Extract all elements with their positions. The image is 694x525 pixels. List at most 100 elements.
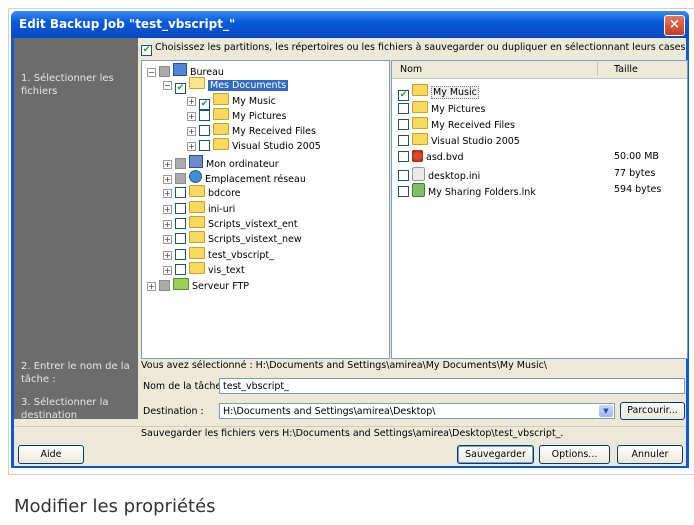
shortcut-icon [412,183,425,197]
title-bar[interactable]: Edit Backup Job "test_vbscript_" × [11,11,689,38]
save-note: Sauvegarder les fichiers vers H:\Documen… [141,428,564,439]
tree-label: ini-uri [208,204,236,215]
tree-node-bureau[interactable]: − Bureau [147,63,224,78]
tree-node-serveur-ftp[interactable]: + Serveur FTP [147,278,249,292]
expand-icon[interactable]: + [163,175,172,184]
expand-icon[interactable]: + [187,142,196,151]
expand-icon[interactable]: + [163,251,172,260]
list-item-checkbox[interactable] [398,135,409,146]
expand-icon[interactable]: + [163,220,172,229]
browse-button[interactable]: Parcourir... [620,402,685,420]
list-item[interactable]: My Received Files [398,117,515,131]
task-name-input[interactable]: test_vbscript_ [219,378,685,394]
list-item-checkbox[interactable] [398,119,409,130]
list-item-checkbox[interactable] [398,103,409,114]
edit-backup-dialog: Edit Backup Job "test_vbscript_" × 1. Sé… [11,11,689,468]
list-item-checkbox[interactable] [398,151,409,162]
tree-label: My Music [232,96,276,107]
tree-node-bdcore[interactable]: + bdcore [163,185,241,199]
step-task-name: 2. Entrer le nom de la tâche : [21,361,130,385]
tree-node-my-music[interactable]: + ✔ My Music [187,93,276,110]
close-button[interactable]: × [664,15,685,36]
destination-label: Destination : [143,406,204,417]
expand-icon[interactable]: + [187,127,196,136]
tree-checkbox[interactable] [175,249,186,260]
network-icon [189,170,202,183]
list-item-checkbox[interactable] [398,186,409,197]
tree-node-test-vbscript[interactable]: + test_vbscript_ [163,247,274,261]
folder-icon [213,108,229,120]
instruction-text: Choisissez les partitions, les répertoir… [155,42,686,53]
tree-checkbox[interactable] [175,264,186,275]
tree-node-ini-uri[interactable]: + ini-uri [163,201,235,215]
folder-icon [412,101,428,113]
list-item-size: 77 bytes [614,168,656,179]
folder-icon [189,262,205,274]
list-item-checkbox[interactable]: ✔ [398,90,409,101]
expand-icon[interactable]: + [163,235,172,244]
options-button[interactable]: Options... [539,445,610,464]
tree-node-visual-studio[interactable]: + Visual Studio 2005 [187,138,321,152]
expand-icon[interactable]: + [187,97,196,106]
file-list[interactable]: Nom Taille ✔ My Music My Pictures My Rece… [391,60,688,359]
tree-checkbox[interactable] [159,66,170,77]
column-header-name[interactable]: Nom [400,64,422,75]
tree-checkbox[interactable] [199,140,210,151]
expand-icon[interactable]: + [163,189,172,198]
save-button[interactable]: Sauvegarder [457,445,534,464]
folder-tree[interactable]: − Bureau − ✔ Mes Documents + ✔ My Music + My P… [141,60,390,359]
tree-node-my-received-files[interactable]: + My Received Files [187,123,316,137]
list-item-name: My Pictures [431,104,486,115]
step-select-files: 1. Sélectionner les fichiers [21,73,114,97]
select-all-checkbox[interactable]: ✔ [141,45,152,56]
cancel-button[interactable]: Annuler [617,445,683,464]
tree-node-my-pictures[interactable]: + My Pictures [187,108,286,122]
expand-icon[interactable]: + [163,205,172,214]
tree-checkbox[interactable] [199,110,210,121]
tree-checkbox[interactable] [159,280,170,291]
tree-checkbox[interactable] [175,158,186,169]
tree-checkbox[interactable] [199,125,210,136]
column-header-size[interactable]: Taille [614,64,638,75]
list-item[interactable]: Visual Studio 2005 [398,133,520,147]
tree-label: Mes Documents [208,80,289,91]
list-item[interactable]: asd.bvd [398,150,464,164]
tree-node-scripts-ent[interactable]: + Scripts_vistext_ent [163,216,298,230]
tree-label: Scripts_vistext_new [208,234,302,245]
tree-label: Scripts_vistext_ent [208,219,298,230]
tree-label: test_vbscript_ [208,250,274,261]
list-item[interactable]: ✔ My Music [398,84,479,101]
list-item-size: 594 bytes [614,184,662,195]
list-item-checkbox[interactable] [398,170,409,181]
list-item-name: Visual Studio 2005 [431,136,520,147]
tree-checkbox[interactable] [175,187,186,198]
column-separator[interactable] [597,62,598,76]
tree-node-vis-text[interactable]: + vis_text [163,262,245,276]
list-item[interactable]: My Sharing Folders.lnk [398,183,536,198]
list-item[interactable]: My Pictures [398,101,485,115]
tree-checkbox[interactable] [175,203,186,214]
tree-node-scripts-new[interactable]: + Scripts_vistext_new [163,231,302,245]
tree-checkbox[interactable] [175,173,186,184]
collapse-icon[interactable]: − [163,81,172,90]
folder-icon [189,216,205,228]
list-item-name: My Music [431,86,479,99]
list-item[interactable]: desktop.ini [398,167,480,182]
tree-checkbox[interactable]: ✔ [175,83,186,94]
expand-icon[interactable]: + [163,160,172,169]
tree-node-mes-documents[interactable]: − ✔ Mes Documents [163,77,289,94]
tree-node-mon-ordinateur[interactable]: + Mon ordinateur [163,155,279,170]
tree-checkbox[interactable] [175,218,186,229]
expand-icon[interactable]: + [163,266,172,275]
help-button[interactable]: Aide [18,445,84,464]
task-name-label: Nom de la tâche [143,381,222,392]
expand-icon[interactable]: + [147,282,156,291]
tree-node-emplacement-reseau[interactable]: + Emplacement réseau [163,170,306,185]
destination-select[interactable]: H:\Documents and Settings\amirea\Desktop… [219,403,615,419]
tree-label: Mon ordinateur [206,159,279,170]
collapse-icon[interactable]: − [147,68,156,77]
expand-icon[interactable]: + [187,112,196,121]
chevron-down-icon[interactable]: ▼ [599,405,613,417]
tree-checkbox[interactable] [175,233,186,244]
tree-label: My Received Files [232,126,316,137]
